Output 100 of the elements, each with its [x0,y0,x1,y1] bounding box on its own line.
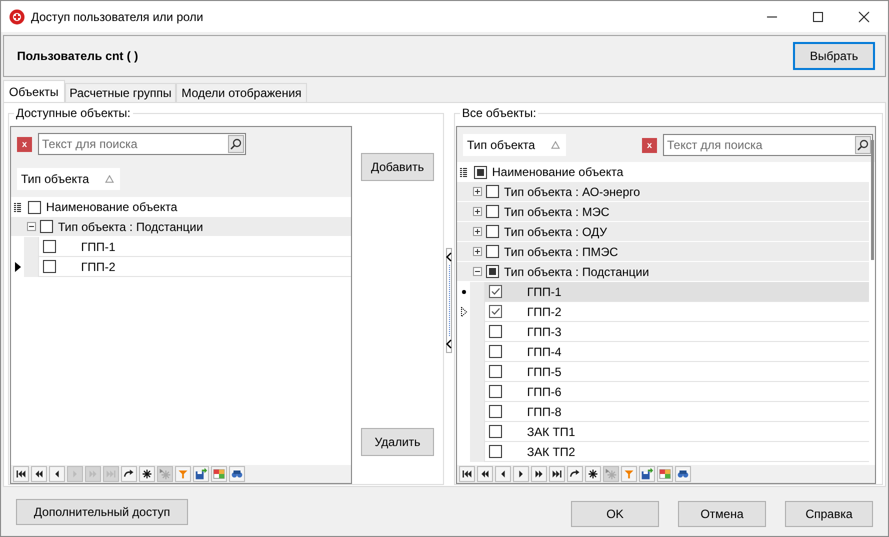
group-row-label[interactable]: Тип объекта : Подстанции [58,220,204,234]
layout-button[interactable] [657,466,673,482]
refresh-button[interactable] [121,466,137,482]
group-row-label[interactable]: Тип объекта : Подстанции [504,264,650,278]
dialog-button[interactable]: OK [571,500,659,526]
column-header[interactable]: Наименование объекта [46,200,178,214]
close-icon[interactable] [858,10,870,22]
object-name: ГПП-5 [527,364,562,378]
group-row-label[interactable]: Тип объекта : МЭС [504,204,610,218]
table-row[interactable]: ГПП-2 [38,257,351,277]
checkbox[interactable] [486,265,499,278]
find-button[interactable] [675,466,691,482]
next-page-button[interactable] [531,466,547,482]
checkbox[interactable] [489,345,502,358]
dialog-button[interactable]: Справка [785,500,873,526]
table-row[interactable]: ЗАК ТП1 [484,422,869,442]
disk-icon [194,467,208,481]
object-name: ЗАК ТП1 [527,424,576,438]
prev-button[interactable] [49,466,65,482]
tab[interactable]: Объекты [3,80,64,102]
table-row[interactable]: ГПП-4 [484,342,869,362]
append-button[interactable] [585,466,601,482]
layout-button[interactable] [211,466,227,482]
checkbox[interactable] [43,240,56,253]
checkbox[interactable] [489,305,502,318]
first-button[interactable] [13,466,29,482]
group-row-label[interactable]: Тип объекта : АО-энерго [504,184,640,198]
clear-search-button[interactable]: x [642,138,657,152]
group-by-chip[interactable]: Тип объекта [17,168,120,190]
group-row-label[interactable]: Тип объекта : ОДУ [504,224,608,238]
clear-search-button[interactable]: x [17,136,32,152]
export-button[interactable] [193,466,209,482]
prev-button[interactable] [495,466,511,482]
sort-ascending-icon [105,175,114,183]
append-button[interactable] [139,466,155,482]
table-row[interactable]: ЗАК ТП2 [484,442,869,462]
checkbox[interactable] [486,205,499,218]
checkbox[interactable] [43,260,56,273]
expand-toggle[interactable] [473,267,482,276]
object-name: ГПП-2 [527,304,562,318]
checkbox[interactable] [486,245,499,258]
checkbox[interactable] [486,185,499,198]
next-button[interactable] [513,466,529,482]
group-row-label[interactable]: Тип объекта : ПМЭС [504,244,618,258]
checkbox[interactable] [489,425,502,438]
checkbox[interactable] [489,405,502,418]
prev-page-button[interactable] [477,466,493,482]
maximize-icon[interactable] [812,10,824,22]
table-row[interactable]: ГПП-8 [484,402,869,422]
dialog-button[interactable]: Отмена [678,500,766,526]
asterisk-icon [158,467,172,481]
table-row[interactable]: ГПП-1 [38,237,351,257]
group-row[interactable]: Тип объекта : ПМЭС [457,242,869,262]
tab[interactable]: Расчетные группы [64,83,176,102]
table-row[interactable]: ГПП-2 [484,302,869,322]
search-icon[interactable] [857,139,869,151]
checkbox[interactable] [486,225,499,238]
group-row[interactable]: Тип объекта : Подстанции [457,262,869,282]
group-by-chip[interactable]: Тип объекта [463,134,566,156]
expand-toggle[interactable] [473,247,482,256]
tab[interactable]: Модели отображения [176,83,307,102]
checkbox[interactable] [489,385,502,398]
group-row[interactable]: Тип объекта : Подстанции [11,217,351,237]
splitter-handle[interactable] [446,248,452,353]
refresh-button[interactable] [567,466,583,482]
prev-page-button[interactable] [31,466,47,482]
checkbox[interactable] [489,285,502,298]
table-row[interactable]: ГПП-1 [484,282,869,302]
search-field[interactable]: Текст для поиска [663,134,873,156]
column-chooser-icon[interactable] [460,168,467,176]
checkbox[interactable] [28,200,41,214]
checkbox[interactable] [40,220,53,233]
checkbox[interactable] [474,166,487,178]
add-button[interactable]: Добавить [361,153,434,181]
expand-toggle[interactable] [473,187,482,196]
checkbox[interactable] [489,325,502,338]
column-chooser-icon[interactable] [14,202,21,212]
additional-access-button[interactable]: Дополнительный доступ [16,498,188,524]
last-button[interactable] [549,466,565,482]
expand-toggle[interactable] [473,227,482,236]
table-row[interactable]: ГПП-3 [484,322,869,342]
group-row[interactable]: Тип объекта : АО-энерго [457,182,869,202]
first-button[interactable] [459,466,475,482]
checkbox[interactable] [489,445,502,458]
select-button[interactable]: Выбрать [793,42,875,70]
search-field[interactable]: Текст для поиска [38,133,246,155]
scrollbar[interactable] [871,140,874,260]
remove-button[interactable]: Удалить [361,428,434,456]
search-icon[interactable] [230,138,242,150]
expand-toggle[interactable] [27,222,36,231]
row-indent [24,257,38,277]
find-button[interactable] [229,466,245,482]
group-row[interactable]: Тип объекта : МЭС [457,202,869,222]
checkbox[interactable] [489,365,502,378]
group-row[interactable]: Тип объекта : ОДУ [457,222,869,242]
export-button[interactable] [639,466,655,482]
table-row[interactable]: ГПП-6 [484,382,869,402]
table-row[interactable]: ГПП-5 [484,362,869,382]
expand-toggle[interactable] [473,207,482,216]
column-header[interactable]: Наименование объекта [492,165,624,179]
